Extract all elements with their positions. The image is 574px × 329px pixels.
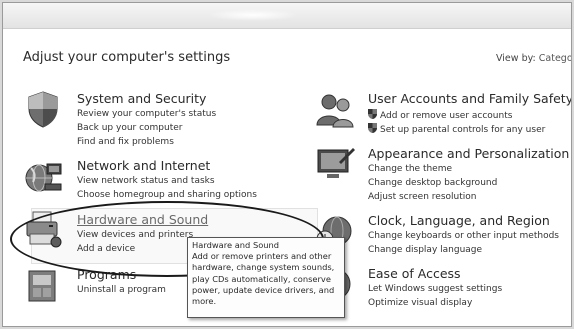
link-review-status[interactable]: Review your computer's status <box>77 109 216 119</box>
category-network-and-internet: Network and Internet View network status… <box>23 156 283 202</box>
link-change-theme[interactable]: Change the theme <box>368 164 452 174</box>
page-title: Adjust your computer's settings <box>23 50 231 65</box>
category-user-accounts: User Accounts and Family Safety Add or r… <box>315 89 571 139</box>
link-keyboards-input[interactable]: Change keyboards or other input methods <box>368 231 559 241</box>
control-panel-window: Adjust your computer's settings View by:… <box>2 2 572 327</box>
link-back-up[interactable]: Back up your computer <box>77 123 183 133</box>
appearance-icon[interactable] <box>315 144 355 184</box>
link-display-language[interactable]: Change display language <box>368 245 482 255</box>
link-homegroup-sharing[interactable]: Choose homegroup and sharing options <box>77 190 257 200</box>
uac-shield-icon <box>368 109 377 119</box>
uac-shield-icon <box>368 123 377 133</box>
window-top-bar <box>3 3 571 29</box>
network-globe-icon[interactable] <box>23 156 63 196</box>
link-uninstall-program[interactable]: Uninstall a program <box>77 285 166 295</box>
view-by-selector[interactable]: View by: Catego <box>496 53 571 64</box>
category-title-ease-of-access[interactable]: Ease of Access <box>368 266 461 281</box>
link-view-network-status[interactable]: View network status and tasks <box>77 176 215 186</box>
tooltip-line: play CDs automatically, conserve <box>192 273 331 284</box>
user-accounts-icon[interactable] <box>315 89 355 129</box>
tooltip-line: Hardware and Sound <box>192 240 280 250</box>
category-title-system-and-security[interactable]: System and Security <box>77 91 206 106</box>
category-title-network-and-internet[interactable]: Network and Internet <box>77 158 210 173</box>
category-ease-of-access: Ease of Access Let Windows suggest setti… <box>315 264 570 310</box>
link-parental-controls[interactable]: Set up parental controls for any user <box>368 123 545 135</box>
link-desktop-background[interactable]: Change desktop background <box>368 178 497 188</box>
category-title-appearance[interactable]: Appearance and Personalization <box>368 146 569 161</box>
link-windows-suggest[interactable]: Let Windows suggest settings <box>368 284 502 294</box>
category-appearance: Appearance and Personalization Change th… <box>315 144 570 206</box>
tooltip-line: power, update device drivers, and <box>192 284 335 295</box>
hardware-sound-tooltip: Hardware and Sound Add or remove printer… <box>187 237 345 318</box>
link-add-remove-users[interactable]: Add or remove user accounts <box>368 109 512 121</box>
view-by-label: View by: <box>496 53 536 64</box>
category-title-user-accounts[interactable]: User Accounts and Family Safety <box>368 91 571 106</box>
category-title-clock-language-region[interactable]: Clock, Language, and Region <box>368 213 550 228</box>
category-clock-language-region: Clock, Language, and Region Change keybo… <box>315 211 570 259</box>
category-system-and-security: System and Security Review your computer… <box>23 89 283 151</box>
tooltip-line: more. <box>192 296 217 307</box>
system-security-shield-icon[interactable] <box>23 89 63 129</box>
link-screen-resolution[interactable]: Adjust screen resolution <box>368 192 476 202</box>
tooltip-line: Add or remove printers and other <box>192 251 332 262</box>
link-find-fix-problems[interactable]: Find and fix problems <box>77 137 174 147</box>
programs-icon[interactable] <box>23 265 63 305</box>
view-by-value[interactable]: Catego <box>539 53 571 64</box>
tooltip-line: hardware, change system sounds, <box>192 262 335 273</box>
link-optimize-display[interactable]: Optimize visual display <box>368 298 472 308</box>
